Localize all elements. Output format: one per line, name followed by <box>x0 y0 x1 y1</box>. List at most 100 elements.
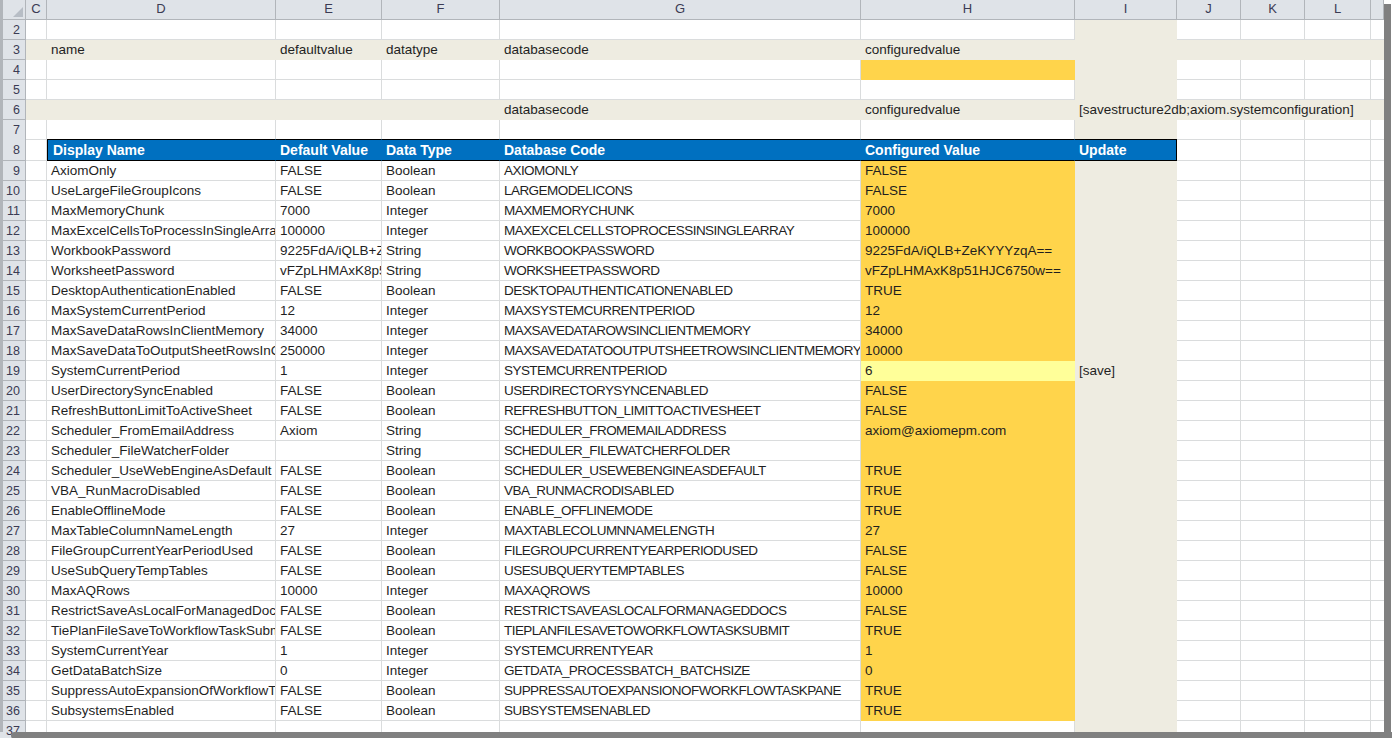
cell-H35[interactable]: TRUE <box>861 681 1075 701</box>
cell-L4[interactable] <box>1305 60 1371 80</box>
column-header-L[interactable]: L <box>1305 0 1371 20</box>
cell-M24[interactable] <box>1371 461 1384 481</box>
cell-J15[interactable] <box>1177 281 1241 301</box>
cell-H16[interactable]: 12 <box>861 301 1075 321</box>
cell-J28[interactable] <box>1177 541 1241 561</box>
cell-L35[interactable] <box>1305 681 1371 701</box>
row-header-2[interactable]: 2 <box>0 20 26 40</box>
cell-D22[interactable]: Scheduler_FromEmailAddress <box>47 421 276 441</box>
cell-C10[interactable] <box>26 181 47 201</box>
column-header-I[interactable]: I <box>1075 0 1177 20</box>
cell-D24[interactable]: Scheduler_UseWebEngineAsDefault <box>47 461 276 481</box>
row-header-14[interactable]: 14 <box>0 261 26 281</box>
cell-D7[interactable] <box>47 120 276 140</box>
cell-L28[interactable] <box>1305 541 1371 561</box>
cell-K15[interactable] <box>1241 281 1305 301</box>
cell-J10[interactable] <box>1177 181 1241 201</box>
cell-J20[interactable] <box>1177 381 1241 401</box>
cell-L33[interactable] <box>1305 641 1371 661</box>
cell-F12[interactable]: Integer <box>382 221 500 241</box>
cell-G29[interactable]: USESUBQUERYTEMPTABLES <box>500 561 861 581</box>
row-header-33[interactable]: 33 <box>0 641 26 661</box>
cell-L8[interactable] <box>1305 139 1371 161</box>
cell-L7[interactable] <box>1305 120 1371 140</box>
cell-J12[interactable] <box>1177 221 1241 241</box>
cell-G28[interactable]: FILEGROUPCURRENTYEARPERIODUSED <box>500 541 861 561</box>
cell-F10[interactable]: Boolean <box>382 181 500 201</box>
cell-E11[interactable]: 7000 <box>276 201 382 221</box>
cell-H20[interactable]: FALSE <box>861 381 1075 401</box>
cell-K19[interactable] <box>1241 361 1305 381</box>
cell-C22[interactable] <box>26 421 47 441</box>
cell-G9[interactable]: AXIOMONLY <box>500 161 861 181</box>
cell-J35[interactable] <box>1177 681 1241 701</box>
cell-K3[interactable] <box>1241 40 1305 60</box>
cell-E12[interactable]: 100000 <box>276 221 382 241</box>
cell-I11[interactable] <box>1075 201 1177 221</box>
cell-K11[interactable] <box>1241 201 1305 221</box>
cell-M26[interactable] <box>1371 501 1384 521</box>
cell-L5[interactable] <box>1305 80 1371 100</box>
cell-C19[interactable] <box>26 361 47 381</box>
cell-I35[interactable] <box>1075 681 1177 701</box>
cell-G15[interactable]: DESKTOPAUTHENTICATIONENABLED <box>500 281 861 301</box>
cell-K22[interactable] <box>1241 421 1305 441</box>
cell-M27[interactable] <box>1371 521 1384 541</box>
cell-E6[interactable] <box>276 100 382 120</box>
cell-H10[interactable]: FALSE <box>861 181 1075 201</box>
cell-C7[interactable] <box>26 120 47 140</box>
cell-F20[interactable]: Boolean <box>382 381 500 401</box>
cell-F6[interactable] <box>382 100 500 120</box>
cell-F15[interactable]: Boolean <box>382 281 500 301</box>
cell-J8[interactable] <box>1177 139 1241 161</box>
cell-G17[interactable]: MAXSAVEDATAROWSINCLIENTMEMORY <box>500 321 861 341</box>
cell-I34[interactable] <box>1075 661 1177 681</box>
row-header-6[interactable]: 6 <box>0 100 26 120</box>
cell-K27[interactable] <box>1241 521 1305 541</box>
cell-C35[interactable] <box>26 681 47 701</box>
cell-D36[interactable]: SubsystemsEnabled <box>47 701 276 721</box>
cell-D19[interactable]: SystemCurrentPeriod <box>47 361 276 381</box>
cell-L24[interactable] <box>1305 461 1371 481</box>
cell-I18[interactable] <box>1075 341 1177 361</box>
cell-L31[interactable] <box>1305 601 1371 621</box>
cell-L29[interactable] <box>1305 561 1371 581</box>
cell-I6[interactable]: [savestructure2db;axiom.systemconfigurat… <box>1075 100 1177 120</box>
cell-F13[interactable]: String <box>382 241 500 261</box>
cell-L14[interactable] <box>1305 261 1371 281</box>
cell-M3[interactable] <box>1371 40 1384 60</box>
cell-D16[interactable]: MaxSystemCurrentPeriod <box>47 301 276 321</box>
cell-C30[interactable] <box>26 581 47 601</box>
cell-F34[interactable]: Integer <box>382 661 500 681</box>
cell-I36[interactable] <box>1075 701 1177 721</box>
cell-K17[interactable] <box>1241 321 1305 341</box>
cell-G3[interactable]: databasecode <box>500 40 861 60</box>
cell-L34[interactable] <box>1305 661 1371 681</box>
cell-J25[interactable] <box>1177 481 1241 501</box>
cell-M32[interactable] <box>1371 621 1384 641</box>
cell-G18[interactable]: MAXSAVEDATATOOUTPUTSHEETROWSINCLIENTMEMO… <box>500 341 861 361</box>
cell-M2[interactable] <box>1371 20 1384 40</box>
cell-F30[interactable]: Integer <box>382 581 500 601</box>
cell-G6[interactable]: databasecode <box>500 100 861 120</box>
cell-K34[interactable] <box>1241 661 1305 681</box>
cell-K36[interactable] <box>1241 701 1305 721</box>
cell-C25[interactable] <box>26 481 47 501</box>
cell-L16[interactable] <box>1305 301 1371 321</box>
cell-M4[interactable] <box>1371 60 1384 80</box>
cell-H32[interactable]: TRUE <box>861 621 1075 641</box>
cell-L22[interactable] <box>1305 421 1371 441</box>
cell-E32[interactable]: FALSE <box>276 621 382 641</box>
cell-H24[interactable]: TRUE <box>861 461 1075 481</box>
cell-K35[interactable] <box>1241 681 1305 701</box>
cell-C9[interactable] <box>26 161 47 181</box>
cell-L32[interactable] <box>1305 621 1371 641</box>
cell-I2[interactable] <box>1075 20 1177 40</box>
cell-F33[interactable]: Integer <box>382 641 500 661</box>
cell-D8[interactable]: Display Name <box>47 139 276 161</box>
cell-L2[interactable] <box>1305 20 1371 40</box>
cell-E29[interactable]: FALSE <box>276 561 382 581</box>
cell-E3[interactable]: defaultvalue <box>276 40 382 60</box>
cell-K31[interactable] <box>1241 601 1305 621</box>
cell-K9[interactable] <box>1241 161 1305 181</box>
